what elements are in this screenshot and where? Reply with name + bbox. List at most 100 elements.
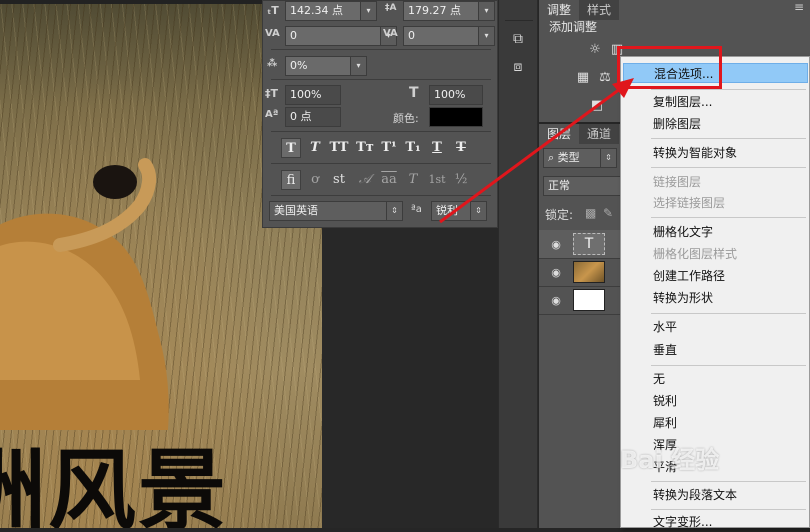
antialias-icon: ªa [411, 204, 422, 215]
adjustments-title: 添加调整 [549, 20, 598, 34]
menu-item-create-work-path[interactable]: 创建工作路径 [623, 266, 808, 286]
divider [271, 195, 491, 196]
vertical-scale-field[interactable]: 100% [285, 85, 341, 105]
highlight-box [617, 46, 722, 89]
leading-icon: ‡A [385, 3, 397, 13]
menu-separator [651, 365, 806, 366]
tracking-field[interactable]: 0 ▾ [403, 26, 495, 46]
menu-item-warp-text[interactable]: 文字变形... [623, 512, 808, 532]
menu-item-antialias-crisp[interactable]: 犀利 [623, 413, 808, 433]
ordinals-button[interactable]: 1st [427, 170, 447, 190]
tab-styles[interactable]: 样式 [579, 0, 620, 20]
vertical-scale-value: 100% [290, 88, 322, 101]
visibility-eye-icon[interactable]: ◉ [549, 266, 563, 280]
underline-button[interactable]: T [427, 138, 447, 158]
menu-item-antialias-none[interactable]: 无 [623, 369, 808, 389]
all-caps-button[interactable]: TT [329, 138, 349, 158]
tsume-field[interactable]: 0% ▾ [285, 56, 367, 76]
subscript-button[interactable]: T₁ [403, 138, 423, 158]
divider [271, 131, 491, 132]
visibility-eye-icon[interactable]: ◉ [549, 238, 563, 252]
antialias-dropdown-arrow[interactable]: ⇕ [470, 202, 486, 220]
menu-item-convert-to-shape[interactable]: 转换为形状 [623, 288, 808, 308]
layer-filter-select[interactable]: ⌕ 类型 ⇕ [543, 148, 617, 168]
antialias-select[interactable]: 锐利 ⇕ [431, 201, 487, 221]
collapse-grip-icon[interactable] [514, 0, 522, 4]
tsume-value: 0% [290, 59, 308, 72]
tracking-icon: VA [383, 28, 398, 39]
tab-layers[interactable]: 图层 [539, 124, 580, 144]
language-dropdown-arrow[interactable]: ⇕ [386, 202, 402, 220]
superscript-button[interactable]: T¹ [379, 138, 399, 158]
menu-separator [651, 217, 806, 218]
menu-item-vertical[interactable]: 垂直 [623, 340, 808, 360]
baseline-shift-icon: Aª [265, 109, 279, 120]
blend-mode-value: 正常 [548, 179, 570, 192]
menu-item-select-linked-layers[interactable]: 选择链接图层 [623, 193, 808, 213]
canvas-top-edge [0, 0, 262, 4]
color-label: 颜色: [393, 112, 419, 125]
menu-item-link-layers[interactable]: 链接图层 [623, 172, 808, 192]
divider [505, 20, 533, 21]
font-size-field[interactable]: 142.34 点 ▾ [285, 1, 377, 21]
horizontal-scale-icon: T [409, 85, 419, 101]
faux-bold-button[interactable]: T [281, 138, 301, 158]
stylistic-alternates-button[interactable]: aa [379, 170, 399, 190]
color-balance-icon[interactable]: ▦ [575, 70, 591, 86]
menu-item-antialias-sharp[interactable]: 锐利 [623, 391, 808, 411]
tracking-value: 0 [408, 29, 415, 42]
menu-item-convert-paragraph-text[interactable]: 转换为段落文本 [623, 485, 808, 505]
leading-dropdown-arrow[interactable]: ▾ [478, 2, 494, 20]
divider [271, 163, 491, 164]
small-caps-button[interactable]: Tт [355, 138, 375, 158]
old-style-button[interactable]: ơ [305, 170, 325, 190]
horizontal-scale-value: 100% [434, 88, 466, 101]
language-value: 美国英语 [274, 204, 318, 217]
font-size-dropdown-arrow[interactable]: ▾ [360, 2, 376, 20]
visibility-eye-icon[interactable]: ◉ [549, 294, 563, 308]
color-swatch[interactable] [429, 107, 483, 127]
fractions-button[interactable]: ½ [451, 170, 471, 190]
leading-value: 179.27 点 [408, 4, 461, 17]
filter-dropdown-arrow[interactable]: ⇕ [600, 149, 616, 167]
ligature-button[interactable]: fi [281, 170, 301, 190]
search-icon: ⌕ [548, 151, 558, 164]
vertical-scale-icon: ‡T [265, 87, 279, 100]
swash-button[interactable]: 𝒜 [355, 170, 375, 190]
leading-field[interactable]: 179.27 点 ▾ [403, 1, 495, 21]
menu-separator [651, 138, 806, 139]
panel-menu-icon[interactable]: ≡ [794, 0, 804, 14]
titling-alternates-button[interactable]: T [403, 170, 423, 190]
panel-dock-icons: ⧉ ⧈ [498, 0, 538, 528]
black-white-icon[interactable]: ⚖ [597, 70, 613, 86]
clone-source-icon[interactable]: ⧉ [509, 30, 527, 48]
lock-pixels-icon[interactable]: ✎ [603, 206, 613, 220]
tool-presets-icon[interactable]: ⧈ [509, 58, 527, 76]
font-size-value: 142.34 点 [290, 4, 343, 17]
tab-channels[interactable]: 通道 [579, 124, 620, 144]
menu-item-convert-smart-object[interactable]: 转换为智能对象 [623, 143, 808, 163]
menu-separator [651, 481, 806, 482]
menu-item-duplicate-layer[interactable]: 复制图层... [623, 92, 808, 112]
horizontal-scale-field[interactable]: 100% [429, 85, 483, 105]
photo-filter-icon[interactable]: ◩ [589, 98, 605, 114]
menu-separator [651, 167, 806, 168]
lock-transparency-icon[interactable]: ▩ [585, 206, 596, 220]
faux-italic-button[interactable]: T [305, 138, 325, 158]
tab-adjustments[interactable]: 调整 [539, 0, 580, 20]
brightness-icon[interactable]: ☼ [587, 42, 603, 58]
discretionary-ligature-button[interactable]: st [329, 170, 349, 190]
menu-item-rasterize-layer-style[interactable]: 栅格化图层样式 [623, 244, 808, 264]
kerning-field[interactable]: 0 ▾ [285, 26, 397, 46]
tracking-dropdown-arrow[interactable]: ▾ [478, 27, 494, 45]
menu-separator [651, 509, 806, 510]
character-panel: ₜT 142.34 点 ▾ ‡A 179.27 点 ▾ VA 0 ▾ VA 0 … [262, 0, 498, 228]
menu-item-horizontal[interactable]: 水平 [623, 317, 808, 337]
canvas-title-text: 洲风景 [0, 439, 229, 528]
menu-item-rasterize-type[interactable]: 栅格化文字 [623, 222, 808, 242]
tsume-dropdown-arrow[interactable]: ▾ [350, 57, 366, 75]
language-select[interactable]: 美国英语 ⇕ [269, 201, 403, 221]
baseline-shift-field[interactable]: 0 点 [285, 107, 341, 127]
menu-item-delete-layer[interactable]: 删除图层 [623, 114, 808, 134]
strikethrough-button[interactable]: T [451, 138, 471, 158]
